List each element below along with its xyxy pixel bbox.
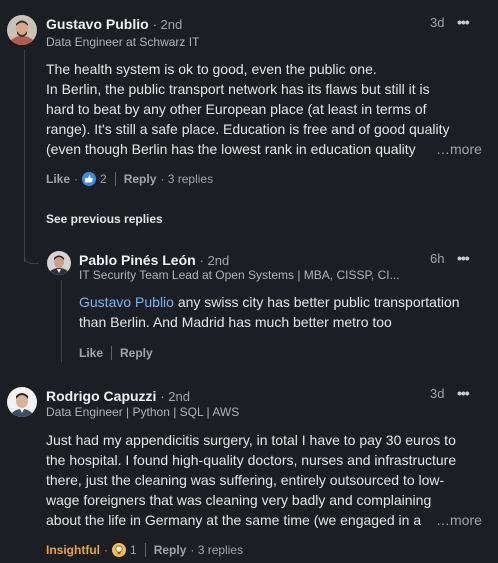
connection-degree: · 2nd <box>160 389 190 404</box>
divider <box>111 346 113 360</box>
author-name[interactable]: Rodrigo Capuzzi <box>46 388 156 404</box>
thumbs-up-icon <box>82 172 97 186</box>
avatar[interactable] <box>7 387 37 417</box>
author-headline: Data Engineer | Python | SQL | AWS <box>46 405 240 419</box>
comment-timestamp: 6h <box>430 251 445 266</box>
comment-actions: Like · 2 Reply · 3 replies <box>46 171 213 187</box>
insightful-button[interactable]: Insightful <box>46 543 100 557</box>
thread-line <box>24 50 25 262</box>
comment-line: (even though Berlin has the lowest rank … <box>46 141 416 157</box>
comment-line: there, just the cleaning was suffering, … <box>46 472 445 488</box>
avatar[interactable] <box>7 15 37 45</box>
like-button[interactable]: Like <box>79 346 103 360</box>
separator-dot: · <box>104 543 108 557</box>
comment-text: any swiss city has better public transpo… <box>173 294 460 310</box>
reaction-count[interactable]: 1 <box>130 543 137 557</box>
comment-body: Just had my appendicitis surgery, in tot… <box>46 430 486 530</box>
separator-dot: · <box>74 172 79 186</box>
avatar[interactable] <box>47 251 71 275</box>
author-headline: Data Engineer at Schwarz IT <box>46 35 200 49</box>
reply-thread-line <box>61 280 62 362</box>
comment-line: Gustavo Publio any swiss city has better… <box>79 292 489 312</box>
more-options-icon[interactable]: ••• <box>457 14 470 30</box>
comment-body: Gustavo Publio any swiss city has better… <box>79 292 489 332</box>
comment-author[interactable]: Gustavo Publio · 2nd <box>46 16 182 32</box>
comment-author[interactable]: Rodrigo Capuzzi · 2nd <box>46 388 190 404</box>
connection-degree: · 2nd <box>199 253 230 268</box>
mention-link[interactable]: Gustavo Publio <box>79 294 174 310</box>
comment-line: the hospital. I found high-quality docto… <box>46 452 457 468</box>
see-more-button[interactable]: …more <box>432 139 482 159</box>
comment-actions: Like Reply <box>79 345 153 361</box>
reply-button[interactable]: Reply <box>124 172 157 186</box>
comment-line: about the life in Germany at the same ti… <box>46 512 422 528</box>
comment-line: In Berlin, the public transport network … <box>46 81 430 97</box>
more-options-icon[interactable]: ••• <box>457 250 470 266</box>
replies-count[interactable]: · 3 replies <box>190 543 243 557</box>
comment-body: The health system is ok to good, even th… <box>46 59 486 159</box>
comment-timestamp: 3d <box>430 386 445 401</box>
divider <box>114 172 116 186</box>
comment-timestamp: 3d <box>430 15 445 30</box>
divider <box>144 543 146 557</box>
connection-degree: · 2nd <box>152 17 183 32</box>
reaction-count[interactable]: 2 <box>100 172 107 186</box>
comment-line: range). It's still a safe place. Educati… <box>46 121 450 137</box>
comment-actions: Insightful · 1 Reply · 3 replies <box>46 542 243 558</box>
comment-line: The health system is ok to good, even th… <box>46 61 377 77</box>
comment-line: hard to beat by any other European place… <box>46 101 427 117</box>
replies-count[interactable]: · 3 replies <box>160 172 213 186</box>
comment-line: wage foreigners that was cleaning very b… <box>46 492 432 508</box>
reply-connector <box>24 243 39 264</box>
reply-button[interactable]: Reply <box>120 346 153 360</box>
like-button[interactable]: Like <box>46 172 70 186</box>
more-options-icon[interactable]: ••• <box>457 385 470 401</box>
see-more-button[interactable]: …more <box>432 510 482 530</box>
comment-author[interactable]: Pablo Pinés León · 2nd <box>79 252 229 268</box>
comment-line: than Berlin. And Madrid has much better … <box>79 314 392 330</box>
author-headline: IT Security Team Lead at Open Systems | … <box>79 268 400 282</box>
comment-line: Just had my appendicitis surgery, in tot… <box>46 432 456 448</box>
see-previous-replies-button[interactable]: See previous replies <box>46 212 163 226</box>
reply-button[interactable]: Reply <box>154 543 187 557</box>
author-name[interactable]: Gustavo Publio <box>46 16 149 32</box>
lightbulb-icon <box>112 543 126 557</box>
author-name[interactable]: Pablo Pinés León <box>79 252 196 268</box>
